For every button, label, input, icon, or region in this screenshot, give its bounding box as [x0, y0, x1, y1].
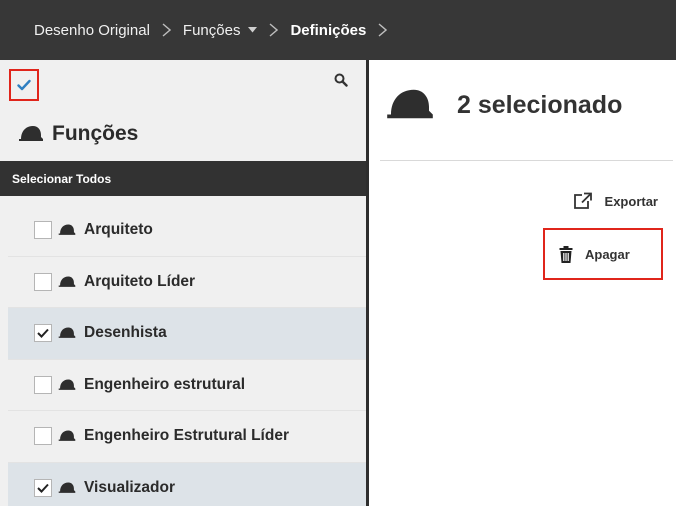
select-all-label[interactable]: Selecionar Todos	[12, 172, 111, 186]
checkbox-checked[interactable]	[34, 478, 52, 497]
checkbox-checked[interactable]	[34, 324, 52, 343]
checkbox[interactable]	[34, 272, 52, 291]
list-item-desenhista[interactable]: Desenhista	[8, 307, 366, 359]
selection-details-panel: 2 selecionado Exportar Apagar	[369, 60, 676, 506]
roles-panel: Funções Selecionar Todos Arquiteto Arqui…	[0, 60, 368, 506]
role-list: Arquiteto Arquiteto Líder Desenhista Eng…	[8, 204, 366, 506]
hard-hat-icon	[387, 89, 433, 119]
list-item-label: Desenhista	[84, 324, 167, 342]
chevron-right-icon	[162, 23, 171, 37]
search-icon[interactable]	[334, 73, 350, 89]
list-item-visualizador[interactable]: Visualizador	[8, 461, 366, 506]
panel-title: Funções	[18, 122, 138, 146]
selection-count: 2 selecionado	[457, 90, 623, 119]
divider	[380, 160, 673, 161]
delete-label[interactable]: Apagar	[585, 247, 630, 262]
list-item-arquiteto[interactable]: Arquiteto	[8, 204, 366, 256]
hard-hat-icon	[58, 224, 76, 235]
chevron-right-icon	[269, 23, 279, 37]
breadcrumb-item-definicoes[interactable]: Definições	[290, 22, 366, 39]
breadcrumb: Desenho Original Funções Definições	[0, 0, 676, 60]
panel-title-text: Funções	[52, 122, 139, 145]
export-button[interactable]: Exportar	[573, 192, 658, 210]
list-item-engenheiro-estrutural[interactable]: Engenheiro estrutural	[8, 358, 366, 411]
breadcrumb-item-funcoes[interactable]: Funções	[183, 22, 241, 39]
delete-button[interactable]: Apagar	[543, 228, 663, 280]
checkbox[interactable]	[34, 427, 52, 446]
checkbox[interactable]	[34, 375, 52, 394]
checkbox[interactable]	[34, 220, 52, 239]
checkmark-icon	[17, 79, 31, 91]
list-item-label: Arquiteto	[84, 220, 153, 238]
chevron-right-icon	[378, 23, 388, 37]
hard-hat-icon	[58, 379, 76, 390]
list-item-label: Engenheiro Estrutural Líder	[84, 427, 289, 445]
checkmark-icon	[37, 483, 49, 493]
bulk-select-toggle[interactable]	[9, 69, 39, 101]
select-all-row[interactable]: Selecionar Todos	[0, 161, 366, 196]
export-label[interactable]: Exportar	[605, 194, 658, 209]
list-item-label: Visualizador	[84, 478, 176, 496]
export-icon	[573, 192, 592, 209]
checkmark-icon	[37, 329, 49, 339]
list-item-engenheiro-estrutural-lider[interactable]: Engenheiro Estrutural Líder	[8, 410, 366, 462]
list-item-label: Arquiteto Líder	[84, 272, 196, 290]
breadcrumb-item-desenho-original[interactable]: Desenho Original	[34, 22, 150, 39]
caret-down-icon[interactable]	[248, 27, 258, 33]
hard-hat-icon	[58, 327, 76, 339]
selection-heading: 2 selecionado	[385, 86, 622, 124]
hard-hat-icon	[58, 276, 76, 287]
hard-hat-icon	[58, 430, 76, 442]
hard-hat-icon	[19, 126, 43, 141]
list-item-label: Engenheiro estrutural	[84, 375, 246, 393]
trash-icon	[559, 245, 573, 263]
hard-hat-icon	[58, 482, 76, 493]
list-item-arquiteto-lider[interactable]: Arquiteto Líder	[8, 255, 366, 308]
